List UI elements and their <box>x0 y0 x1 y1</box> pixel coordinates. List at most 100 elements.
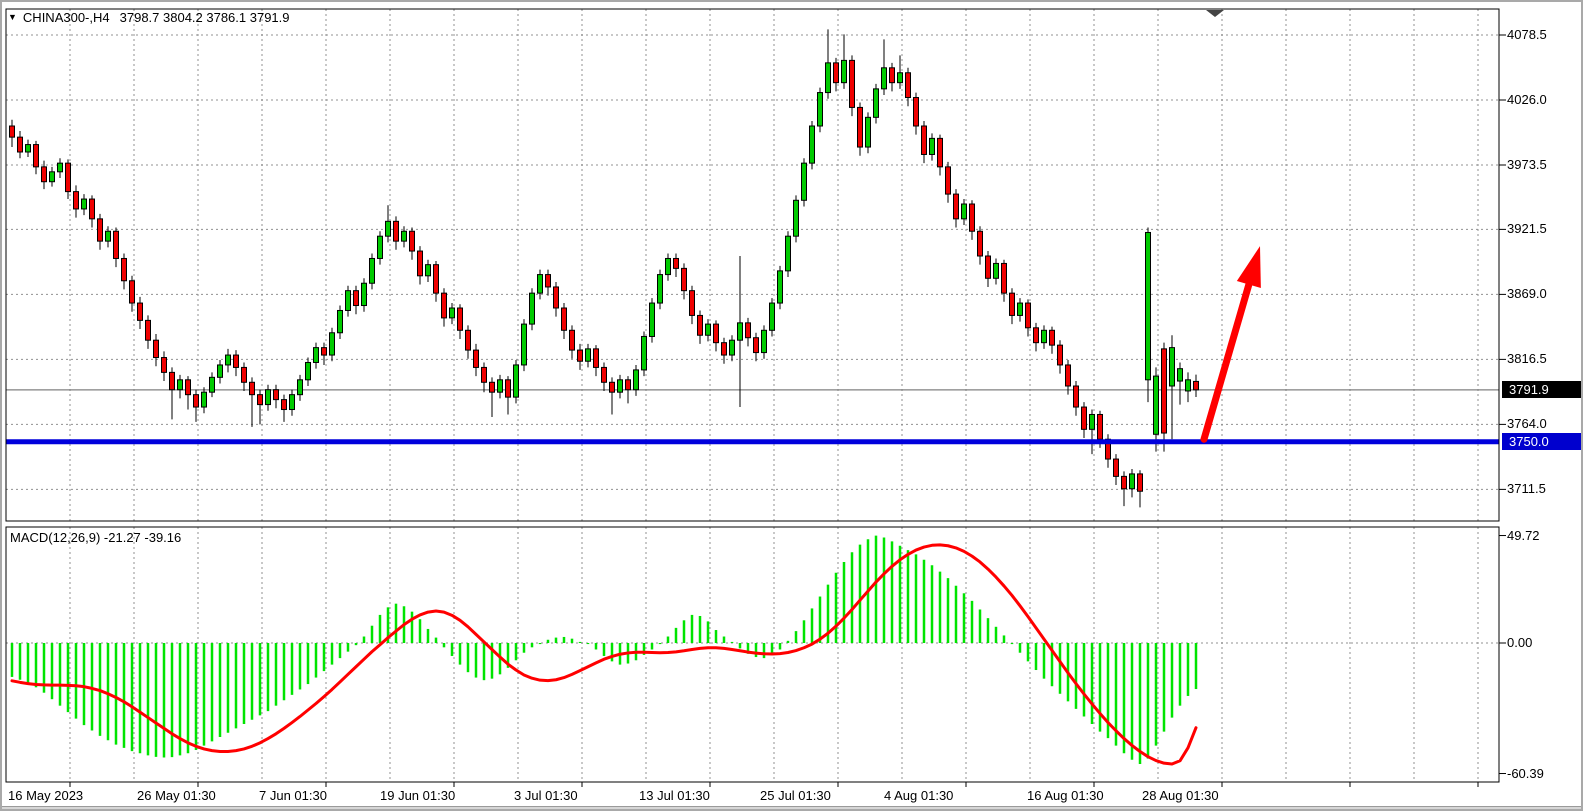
bear-candle <box>418 251 423 276</box>
bear-candle <box>1114 459 1119 476</box>
bear-candle <box>282 400 287 410</box>
time-axis-label: 25 Jul 01:30 <box>760 788 831 803</box>
bear-candle <box>914 98 919 126</box>
bear-candle <box>74 192 79 209</box>
time-axis-label: 28 Aug 01:30 <box>1142 788 1219 803</box>
bear-candle <box>66 163 71 191</box>
bull-candle <box>874 89 879 117</box>
bull-candle <box>786 236 791 271</box>
bear-candle <box>410 231 415 251</box>
bear-candle <box>98 219 103 241</box>
bear-candle <box>1050 330 1055 345</box>
bull-candle <box>642 336 647 369</box>
bull-candle <box>314 348 319 363</box>
bull-candle <box>1042 330 1047 342</box>
bear-candle <box>1026 303 1031 328</box>
bull-candle <box>794 200 799 236</box>
bear-candle <box>234 355 239 367</box>
bear-candle <box>458 308 463 330</box>
bear-candle <box>546 275 551 287</box>
bear-candle <box>674 258 679 268</box>
bear-candle <box>1010 293 1015 315</box>
bear-candle <box>490 382 495 392</box>
bear-candle <box>90 199 95 219</box>
bull-candle <box>530 293 535 324</box>
bull-candle <box>1170 348 1175 386</box>
bear-candle <box>682 268 687 290</box>
bear-candle <box>354 291 359 306</box>
bull-candle <box>762 330 767 352</box>
price-axis-label: 3816.5 <box>1507 351 1581 366</box>
bull-candle <box>498 380 503 392</box>
bull-candle <box>994 263 999 278</box>
bear-candle <box>186 380 191 395</box>
bear-candle <box>250 382 255 394</box>
bull-candle <box>1186 380 1191 391</box>
up-arrow-shaft[interactable] <box>1204 279 1251 439</box>
bull-candle <box>266 390 271 405</box>
bear-candle <box>146 320 151 340</box>
bull-candle <box>1154 376 1159 434</box>
macd-indicator-label: MACD(12,26,9) -21.27 -39.16 <box>10 530 181 545</box>
chart-canvas[interactable] <box>2 2 1583 811</box>
bull-candle <box>898 73 903 83</box>
chart-title: ▼ CHINA300-,H4 3798.7 3804.2 3786.1 3791… <box>8 8 290 26</box>
bull-candle <box>778 271 783 303</box>
time-axis-label: 7 Jun 01:30 <box>259 788 327 803</box>
bull-candle <box>210 377 215 392</box>
bear-candle <box>162 358 167 373</box>
chart-shift-marker[interactable] <box>1206 10 1224 17</box>
bear-candle <box>130 281 135 303</box>
bear-candle <box>938 138 943 166</box>
price-axis-label: 3921.5 <box>1507 221 1581 236</box>
time-axis-label: 4 Aug 01:30 <box>884 788 953 803</box>
bear-candle <box>258 395 263 405</box>
bull-candle <box>738 323 743 340</box>
bull-candle <box>1018 303 1023 315</box>
bull-candle <box>666 258 671 274</box>
bull-candle <box>450 308 455 318</box>
bull-candle <box>514 365 519 397</box>
bear-candle <box>138 303 143 320</box>
bull-candle <box>370 258 375 283</box>
time-axis-label: 3 Jul 01:30 <box>514 788 578 803</box>
bear-candle <box>1194 381 1199 389</box>
macd-axis-label: -60.39 <box>1507 766 1581 781</box>
symbol-dropdown-icon[interactable]: ▼ <box>8 12 17 22</box>
bull-candle <box>586 349 591 361</box>
macd-axis-label: 49.72 <box>1507 528 1581 543</box>
bull-candle <box>658 275 663 303</box>
bear-candle <box>1138 474 1143 491</box>
bull-candle <box>26 145 31 152</box>
bull-candle <box>426 265 431 276</box>
bear-candle <box>834 63 839 83</box>
bear-candle <box>442 293 447 318</box>
bull-candle <box>634 370 639 390</box>
bull-candle <box>842 60 847 82</box>
bear-candle <box>946 167 951 194</box>
bear-candle <box>482 367 487 382</box>
bull-candle <box>818 93 823 126</box>
bull-candle <box>346 291 351 311</box>
bull-candle <box>378 236 383 258</box>
bear-candle <box>434 265 439 293</box>
bear-candle <box>42 167 47 182</box>
bull-candle <box>58 163 63 172</box>
macd-panel[interactable] <box>6 527 1499 782</box>
main-panel[interactable] <box>6 9 1499 521</box>
time-axis-label: 26 May 01:30 <box>137 788 216 803</box>
ohlc-values-label: 3798.7 3804.2 3786.1 3791.9 <box>120 10 290 25</box>
bear-candle <box>554 287 559 308</box>
bull-candle <box>962 204 967 219</box>
bear-candle <box>114 231 119 258</box>
bear-candle <box>506 380 511 397</box>
bear-candle <box>562 308 567 330</box>
up-arrow-head[interactable] <box>1237 246 1261 288</box>
bear-candle <box>594 349 599 368</box>
current-price-badge: 3791.9 <box>1502 381 1583 398</box>
bull-candle <box>330 333 335 355</box>
bear-candle <box>122 258 127 280</box>
bull-candle <box>538 275 543 294</box>
bull-candle <box>650 303 655 336</box>
bear-candle <box>154 340 159 357</box>
